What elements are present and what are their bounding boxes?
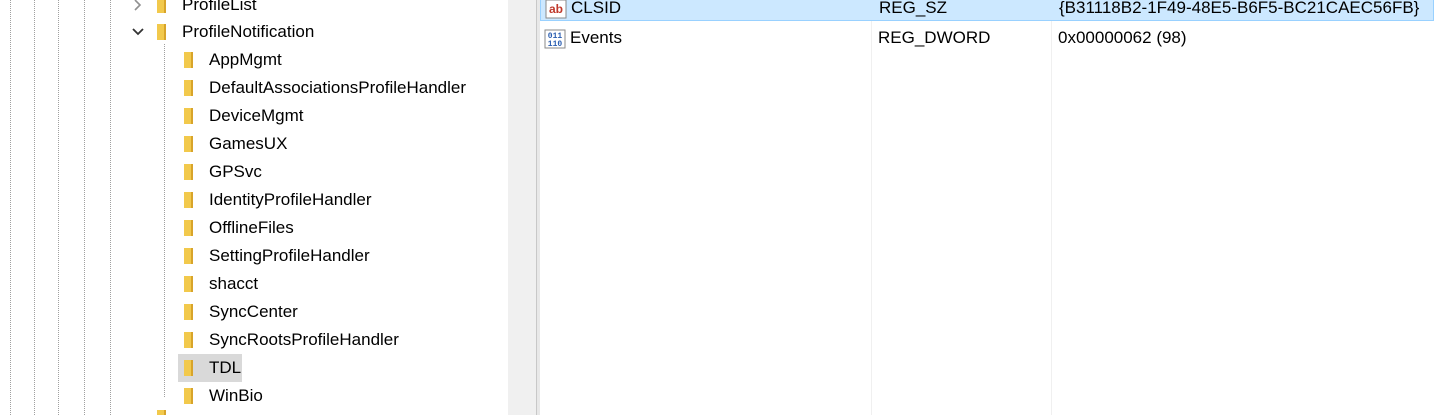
value-name: Events	[570, 28, 622, 47]
folder-icon	[157, 410, 166, 415]
tree-item-synccenter[interactable]: SyncCenter	[0, 299, 508, 325]
chevron-down-icon[interactable]	[130, 24, 146, 40]
folder-icon	[184, 248, 193, 264]
folder-icon	[184, 108, 193, 124]
column-divider	[1051, 0, 1052, 415]
folder-icon	[184, 276, 193, 292]
svg-text:110: 110	[548, 40, 563, 49]
tree-item-label: DeviceMgmt	[209, 106, 304, 125]
folder-icon	[184, 304, 193, 320]
value-type: REG_SZ	[879, 0, 948, 17]
value-name: CLSID	[571, 0, 622, 17]
folder-icon	[157, 24, 166, 40]
tree-item-label: SyncRootsProfileHandler	[209, 330, 399, 349]
tree-item-label: SettingProfileHandler	[209, 246, 370, 265]
value-type: REG_DWORD	[878, 28, 991, 47]
value-row-events[interactable]: 011 110 Events REG_DWORD 0x00000062 (98)	[540, 26, 1434, 52]
tree-item-tdl[interactable]: TDL	[0, 355, 508, 381]
tree-item-settingprofilehandler[interactable]: SettingProfileHandler	[0, 243, 508, 269]
tree-item-label: GamesUX	[209, 134, 288, 153]
tree-item-label: IdentityProfileHandler	[209, 190, 372, 209]
column-divider	[871, 0, 872, 415]
tree-item-label: TDL	[209, 358, 242, 377]
tree-item-gpsvc[interactable]: GPSvc	[0, 159, 508, 185]
tree-item-label: OfflineFiles	[209, 218, 294, 237]
string-value-icon: ab	[545, 0, 567, 19]
folder-icon	[184, 164, 193, 180]
binary-value-icon: 011 110	[544, 29, 566, 49]
folder-icon	[184, 360, 193, 376]
folder-icon	[184, 220, 193, 236]
value-data: 0x00000062 (98)	[1058, 28, 1187, 47]
tree-item-label: ProfileNotification	[182, 22, 315, 41]
tree-item-shacct[interactable]: shacct	[0, 271, 508, 297]
tree-item-label: SyncCenter	[209, 302, 298, 321]
tree-item-gamesux[interactable]: GamesUX	[0, 131, 508, 157]
tree-item-defaultassociationsprofilehandler[interactable]: DefaultAssociationsProfileHandler	[0, 75, 508, 101]
tree-item-winbio[interactable]: WinBio	[0, 383, 508, 409]
registry-tree[interactable]: ProfileList ProfileNotification AppMgmt …	[0, 0, 508, 415]
tree-item-label: AppMgmt	[209, 50, 282, 69]
tree-item-label: ProfileList	[182, 0, 257, 14]
pane-splitter[interactable]	[508, 0, 536, 415]
folder-icon	[184, 388, 193, 404]
tree-item-appmgmt[interactable]: AppMgmt	[0, 47, 508, 73]
tree-item-devicemgmt[interactable]: DeviceMgmt	[0, 103, 508, 129]
tree-item-syncrootsprofilehandler[interactable]: SyncRootsProfileHandler	[0, 327, 508, 353]
chevron-right-icon[interactable]	[130, 0, 146, 13]
tree-item-identityprofilehandler[interactable]: IdentityProfileHandler	[0, 187, 508, 213]
folder-icon	[184, 52, 193, 68]
folder-icon	[157, 0, 166, 13]
folder-icon	[184, 136, 193, 152]
folder-icon	[184, 332, 193, 348]
tree-item-offlinefiles[interactable]: OfflineFiles	[0, 215, 508, 241]
values-list[interactable]: ab CLSID REG_SZ {B31118B2-1F49-48E5-B6F5…	[540, 0, 1434, 415]
folder-icon	[184, 80, 193, 96]
tree-item-label: GPSvc	[209, 162, 262, 181]
svg-text:ab: ab	[549, 2, 563, 16]
tree-item-label: shacct	[209, 274, 259, 293]
value-data: {B31118B2-1F49-48E5-B6F5-BC21CAEC56FB}	[1059, 0, 1420, 17]
tree-item-profilenotification[interactable]: ProfileNotification	[0, 19, 508, 45]
tree-item-profilelist[interactable]: ProfileList	[0, 0, 508, 18]
tree-item-label: WinBio	[209, 386, 263, 405]
value-row-clsid[interactable]: ab CLSID REG_SZ {B31118B2-1F49-48E5-B6F5…	[540, 0, 1434, 21]
folder-icon	[184, 192, 193, 208]
tree-item-label: DefaultAssociationsProfileHandler	[209, 78, 467, 97]
